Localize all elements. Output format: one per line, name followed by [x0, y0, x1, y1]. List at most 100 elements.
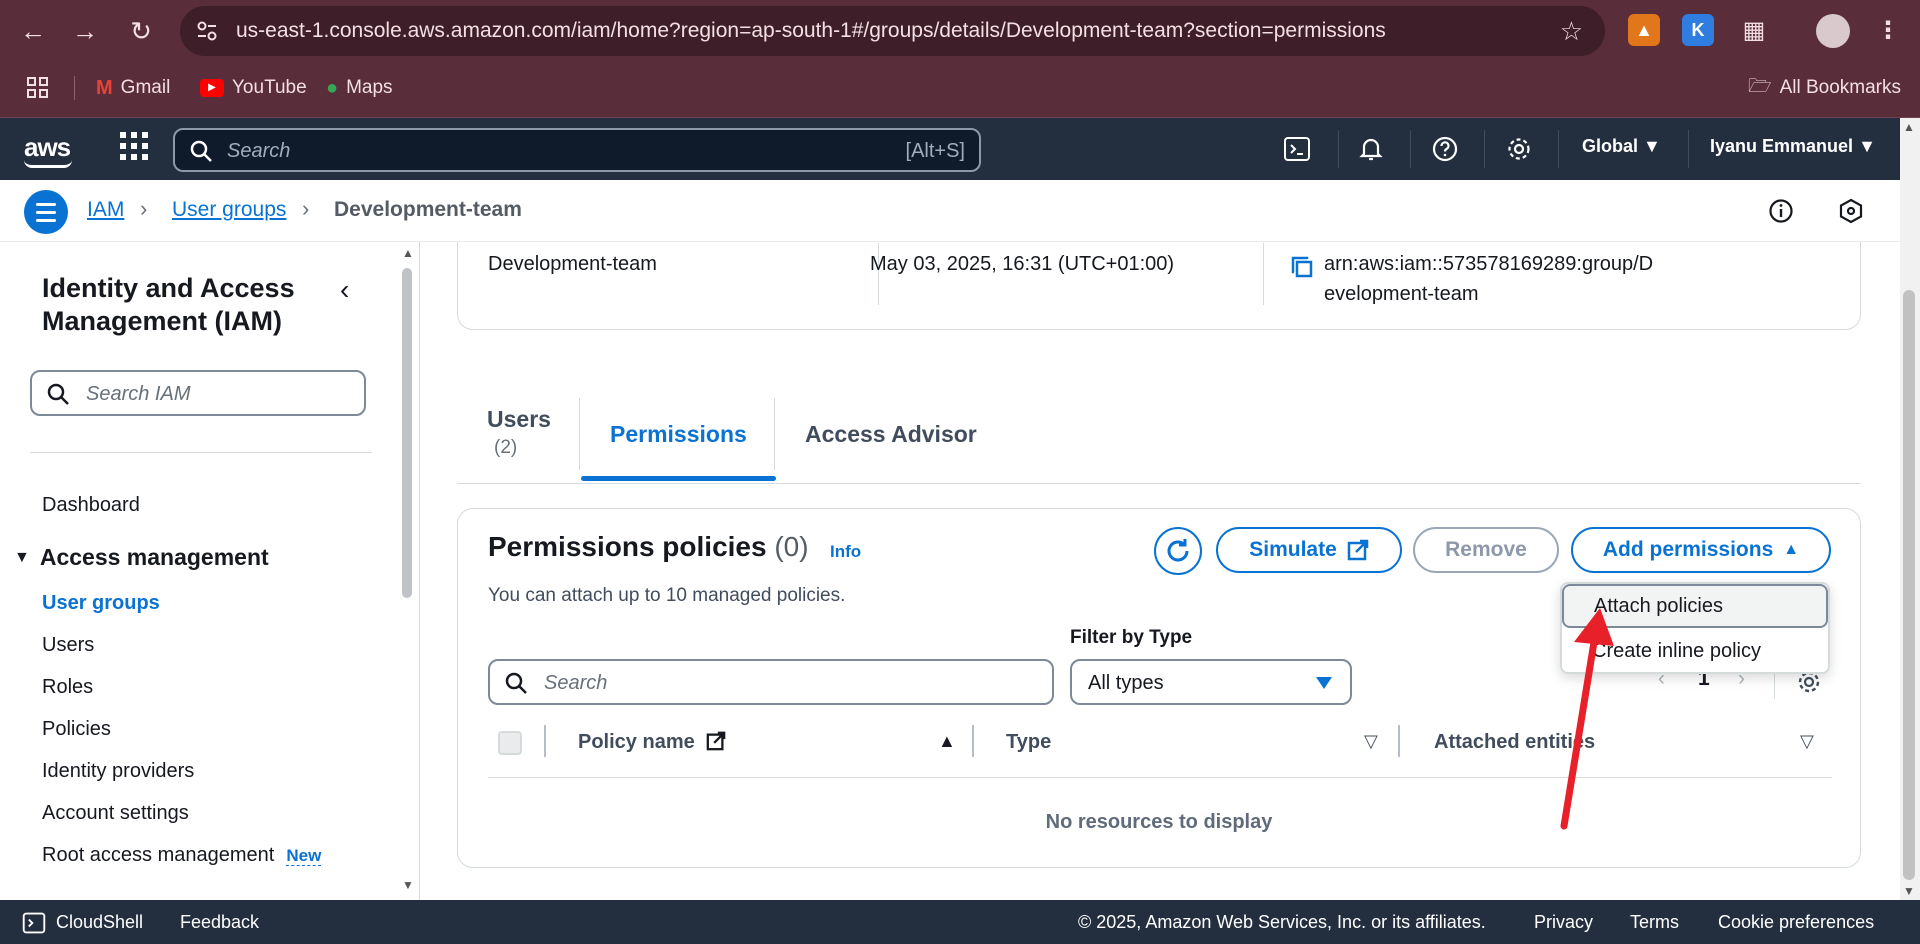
- remove-button[interactable]: Remove: [1413, 527, 1559, 573]
- sidebar-section-label: Access management: [39, 544, 269, 570]
- nav-divider: [1484, 130, 1485, 168]
- region-label: Global: [1582, 136, 1639, 156]
- chevron-right-icon: ›: [140, 196, 148, 221]
- group-name-value: Development-team: [488, 253, 657, 275]
- sidebar-item-dashboard[interactable]: Dashboard: [42, 494, 140, 517]
- sidebar-item-account-settings[interactable]: Account settings: [42, 802, 189, 825]
- back-icon[interactable]: ←: [14, 12, 52, 50]
- bookmark-maps[interactable]: ● Maps: [326, 74, 393, 102]
- copy-icon[interactable]: [1290, 255, 1314, 279]
- account-menu[interactable]: Iyanu Emmanuel ▼: [1710, 136, 1876, 157]
- breadcrumb-current: Development-team: [334, 198, 522, 221]
- footer-terms[interactable]: Terms: [1630, 912, 1679, 933]
- creation-time-value: May 03, 2025, 16:31 (UTC+01:00): [870, 253, 1175, 275]
- extensions-puzzle-icon[interactable]: ▦: [1738, 14, 1770, 46]
- tab-users[interactable]: Users: [487, 406, 551, 433]
- caret-down-icon: ▼: [14, 548, 30, 566]
- footer-privacy[interactable]: Privacy: [1534, 912, 1593, 933]
- reload-icon[interactable]: ↻: [122, 12, 160, 50]
- add-permissions-label: Add permissions: [1602, 538, 1774, 561]
- aws-logo-smile: [24, 160, 72, 168]
- footer-cookie-preferences[interactable]: Cookie preferences: [1718, 912, 1874, 933]
- apps-grid-icon[interactable]: [26, 74, 50, 102]
- caret-down-icon: ▼: [1858, 136, 1876, 156]
- browser-menu-icon[interactable]: ⋮: [1872, 14, 1904, 46]
- notifications-bell-icon[interactable]: [1354, 132, 1388, 166]
- sidebar-title[interactable]: Identity and Access Management (IAM): [42, 272, 332, 338]
- scroll-down-icon[interactable]: ▼: [402, 878, 414, 892]
- k-extension-icon[interactable]: K: [1682, 14, 1714, 46]
- profile-avatar[interactable]: [1816, 14, 1850, 48]
- table-header-rule: [488, 777, 1832, 778]
- sidebar-search-input[interactable]: Search IAM: [30, 370, 366, 416]
- site-info-icon[interactable]: [194, 18, 220, 44]
- sidebar-item-user-groups[interactable]: User groups: [42, 592, 160, 615]
- collapse-sidebar-icon[interactable]: ‹: [340, 274, 349, 306]
- address-bar[interactable]: us-east-1.console.aws.amazon.com/iam/hom…: [180, 6, 1605, 56]
- scroll-up-icon[interactable]: ▲: [402, 246, 414, 260]
- page-scrollbar-thumb[interactable]: [1903, 290, 1915, 880]
- bookmark-label: Gmail: [120, 77, 171, 98]
- account-name: Iyanu Emmanuel: [1710, 136, 1854, 156]
- side-nav-menu-icon[interactable]: [24, 190, 68, 234]
- sort-icon[interactable]: ▽: [1800, 731, 1814, 752]
- sidebar-scrollbar-thumb[interactable]: [402, 268, 412, 598]
- services-menu-icon[interactable]: [120, 132, 148, 160]
- column-header-policy-name[interactable]: Policy name: [578, 731, 726, 754]
- console-footer: CloudShell Feedback © 2025, Amazon Web S…: [0, 900, 1920, 944]
- sidebar-item-identity-providers[interactable]: Identity providers: [42, 760, 194, 783]
- all-bookmarks-label: All Bookmarks: [1779, 77, 1901, 98]
- footer-cloudshell[interactable]: CloudShell: [56, 912, 143, 933]
- all-bookmarks[interactable]: 🗁 All Bookmarks: [1748, 74, 1901, 102]
- info-link[interactable]: Info: [830, 542, 861, 562]
- add-permissions-button[interactable]: Add permissions ▲: [1571, 527, 1831, 573]
- sort-ascending-icon[interactable]: ▲: [938, 731, 956, 752]
- breadcrumb-user-groups[interactable]: User groups: [172, 198, 286, 222]
- settings-gear-icon[interactable]: [1502, 132, 1536, 166]
- maps-icon: ●: [326, 76, 339, 99]
- filter-by-type-label: Filter by Type: [1070, 627, 1193, 648]
- sidebar-item-policies[interactable]: Policies: [42, 718, 111, 741]
- select-all-checkbox[interactable]: [498, 731, 522, 755]
- bookmark-star-icon[interactable]: ☆: [1560, 16, 1583, 47]
- sidebar-search-placeholder: Search IAM: [86, 383, 191, 405]
- footer-feedback[interactable]: Feedback: [180, 912, 259, 933]
- column-header-type[interactable]: Type: [1006, 731, 1051, 754]
- cloudshell-icon[interactable]: [22, 911, 46, 935]
- security-hex-icon[interactable]: [1834, 194, 1868, 228]
- address-url[interactable]: us-east-1.console.aws.amazon.com/iam/hom…: [236, 19, 1386, 43]
- forward-icon[interactable]: →: [66, 12, 104, 50]
- summary-divider: [1263, 243, 1264, 305]
- type-filter-select[interactable]: All types: [1070, 659, 1352, 705]
- footer-copyright: © 2025, Amazon Web Services, Inc. or its…: [1078, 912, 1486, 932]
- region-selector[interactable]: Global ▼: [1582, 136, 1661, 157]
- search-icon: [47, 383, 69, 405]
- help-icon[interactable]: [1428, 132, 1462, 166]
- sidebar-item-root-access[interactable]: Root access management New: [42, 844, 322, 867]
- sidebar-section-access-management[interactable]: ▼ Access management: [14, 544, 269, 571]
- refresh-button[interactable]: [1154, 527, 1202, 575]
- caret-up-icon: ▲: [1783, 541, 1800, 558]
- scroll-down-icon[interactable]: ▼: [1903, 884, 1915, 898]
- info-panel-icon[interactable]: [1764, 194, 1798, 228]
- scroll-up-icon[interactable]: ▲: [1903, 120, 1915, 134]
- simulate-button[interactable]: Simulate: [1216, 527, 1402, 573]
- breadcrumb-iam[interactable]: IAM: [87, 198, 124, 222]
- sidebar-item-users[interactable]: Users: [42, 634, 94, 657]
- breadcrumb-bar: [0, 180, 1920, 242]
- sort-icon[interactable]: ▽: [1364, 731, 1378, 752]
- policy-search-input[interactable]: Search: [488, 659, 1054, 705]
- bookmark-gmail[interactable]: M Gmail: [96, 74, 170, 102]
- k-extension-letter: K: [1691, 19, 1705, 40]
- aws-logo[interactable]: aws: [24, 132, 71, 163]
- group-summary-card: Development-team May 03, 2025, 16:31 (UT…: [457, 242, 1861, 330]
- tab-access-advisor[interactable]: Access Advisor: [805, 421, 977, 448]
- metamask-extension-icon[interactable]: ▲: [1628, 14, 1660, 46]
- bookmark-youtube[interactable]: ▶ YouTube: [200, 74, 307, 102]
- sidebar-item-roles[interactable]: Roles: [42, 676, 93, 699]
- arn-value-line2: evelopment-team: [1324, 283, 1479, 305]
- tab-permissions[interactable]: Permissions: [610, 421, 747, 448]
- permissions-title-text: Permissions policies: [488, 531, 767, 562]
- aws-search-input[interactable]: Search [Alt+S]: [173, 128, 981, 172]
- cloudshell-icon[interactable]: [1280, 132, 1314, 166]
